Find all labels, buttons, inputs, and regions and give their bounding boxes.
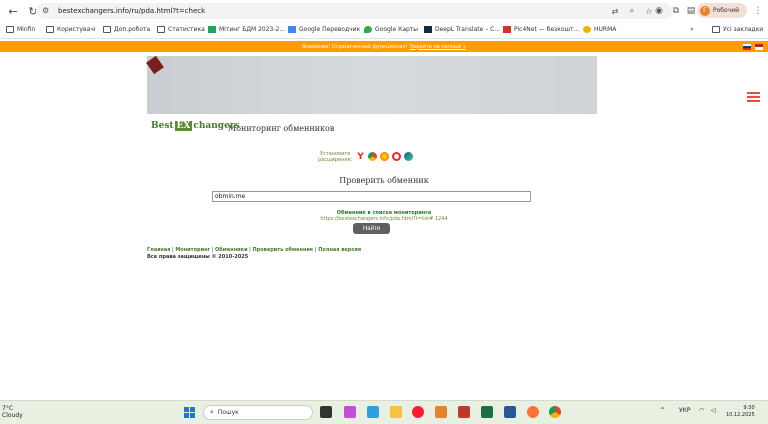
weather-widget[interactable]: 7°C Cloudy xyxy=(2,405,23,419)
image-app-icon[interactable] xyxy=(458,406,470,418)
exchanger-search-input[interactable] xyxy=(212,191,531,202)
header-banner xyxy=(146,55,597,114)
sidepanel-icon[interactable]: ▤ xyxy=(684,4,698,18)
avatar: Г xyxy=(700,5,710,16)
bookmark-meeting[interactable]: Мітинг БДМ 2023-2... xyxy=(208,26,285,33)
translate-icon[interactable]: ⇄ xyxy=(609,5,621,17)
all-bookmarks[interactable]: Усі закладки xyxy=(712,26,763,33)
ru-flag-icon[interactable] xyxy=(743,44,751,50)
find-button[interactable]: Найти xyxy=(353,223,390,234)
menu-dots-icon[interactable]: ⋮ xyxy=(751,4,765,18)
footer-link-check[interactable]: Проверить обменник xyxy=(252,247,313,253)
task-view-icon[interactable] xyxy=(320,406,332,418)
bookmarks-overflow[interactable]: » xyxy=(690,26,694,33)
app-icon[interactable] xyxy=(367,406,379,418)
opera-taskbar-icon[interactable] xyxy=(412,406,424,418)
word-icon[interactable] xyxy=(504,406,516,418)
volume-icon[interactable]: ◁ xyxy=(711,407,716,414)
site-logo[interactable]: Best EX changers xyxy=(151,121,240,131)
profile-chip[interactable]: Г Робочий xyxy=(697,3,747,18)
firefox-icon[interactable] xyxy=(380,152,389,161)
deepl-icon xyxy=(424,26,432,33)
bookmarks-bar: Minfin Користувачі Доп.робота Статистика… xyxy=(0,22,768,39)
search-icon: ⌕ xyxy=(210,408,214,416)
windows-start-icon[interactable] xyxy=(184,407,195,418)
hurma-icon xyxy=(583,26,591,33)
en-flag-icon[interactable] xyxy=(755,44,763,50)
folder-icon xyxy=(103,26,111,33)
profile-name: Робочий xyxy=(713,7,740,14)
warning-bar: Внимание! Ограниченный функционал! Перей… xyxy=(0,41,768,52)
chrome-taskbar-icon[interactable] xyxy=(549,406,561,418)
maps-icon xyxy=(364,26,372,33)
bookmark-translate[interactable]: Google Переводчик xyxy=(288,26,360,33)
footer-link-home[interactable]: Главная xyxy=(147,247,170,253)
folder-icon xyxy=(6,26,14,33)
opera-icon[interactable] xyxy=(392,152,401,161)
taskbar-search[interactable]: ⌕ Пошук xyxy=(203,405,313,420)
check-exchanger-title: Проверить обменник xyxy=(339,176,429,185)
file-explorer-icon[interactable] xyxy=(390,406,402,418)
firefox-taskbar-icon[interactable] xyxy=(527,406,539,418)
bookmark-hurma[interactable]: HURMA xyxy=(583,26,616,33)
warning-text: Внимание! Ограниченный функционал! xyxy=(301,43,408,50)
bookmark-users[interactable]: Користувачі xyxy=(46,26,95,33)
folder-icon xyxy=(46,26,54,33)
windows-taskbar: 7°C Cloudy ⌕ Пошук ^ УКР ◠ ◁ 9:30 10.12.… xyxy=(0,400,768,424)
excel-icon[interactable] xyxy=(481,406,493,418)
footer-nav: Главная | Мониторинг | Обменники | Прове… xyxy=(147,247,362,253)
folder-icon xyxy=(712,26,720,33)
pdf-app-icon[interactable] xyxy=(435,406,447,418)
language-indicator[interactable]: УКР xyxy=(679,407,691,414)
extensions-icon[interactable]: ⧉ xyxy=(669,4,683,18)
copyright-text: Все права защищены © 2010-2025 xyxy=(147,254,249,260)
bookmark-deepl[interactable]: DeepL Translate – С... xyxy=(424,26,500,33)
folder-icon xyxy=(157,26,165,33)
footer-link-monitoring[interactable]: Мониторинг xyxy=(175,247,210,253)
site-title: Мониторинг обменников xyxy=(228,124,335,133)
bookmark-stats[interactable]: Статистика xyxy=(157,26,205,33)
back-icon[interactable]: ← xyxy=(6,4,20,18)
site-info-icon[interactable]: ⚙ xyxy=(42,6,52,16)
wifi-icon[interactable]: ◠ xyxy=(699,407,704,414)
footer-link-full-version[interactable]: Полная версия xyxy=(318,247,361,253)
zoom-icon[interactable]: ⌕ xyxy=(626,5,638,17)
pic4net-icon xyxy=(503,26,511,33)
yandex-icon[interactable]: Y xyxy=(356,152,365,162)
browser-toolbar: ← ↻ ⚙ bestexchangers.info/ru/pda.html?t=… xyxy=(0,0,768,22)
ribbon-decoration xyxy=(146,55,164,75)
chevron-up-icon[interactable]: ^ xyxy=(660,407,665,414)
camera-icon[interactable]: ◉ xyxy=(652,4,666,18)
bookmark-pic4net[interactable]: Pic4Net — безкошт... xyxy=(503,26,579,33)
found-url-link[interactable]: https://bestexchangers.info/pda.html?t=l… xyxy=(0,216,768,222)
browser-extension-links: Y xyxy=(356,152,413,162)
url-text[interactable]: bestexchangers.info/ru/pda.html?t=check xyxy=(58,7,205,15)
install-extension-label: Установите расширение: xyxy=(318,151,353,163)
translate-icon xyxy=(288,26,296,33)
footer-link-exchangers[interactable]: Обменники xyxy=(215,247,248,253)
edge-icon[interactable] xyxy=(404,152,413,161)
chrome-icon[interactable] xyxy=(368,152,377,161)
bookmark-maps[interactable]: Google Карты xyxy=(364,26,418,33)
bookmark-extra-work[interactable]: Доп.робота xyxy=(103,26,150,33)
hamburger-menu-icon[interactable] xyxy=(747,92,760,102)
sheets-icon xyxy=(208,26,216,33)
address-bar[interactable]: ⚙ bestexchangers.info/ru/pda.html?t=chec… xyxy=(36,3,672,19)
full-version-link[interactable]: Перейти на полный » xyxy=(409,44,466,50)
widgets-app-icon[interactable] xyxy=(344,406,356,418)
bookmark-minfin[interactable]: Minfin xyxy=(6,26,35,33)
system-clock[interactable]: 9:30 10.12.2025 xyxy=(726,405,755,419)
